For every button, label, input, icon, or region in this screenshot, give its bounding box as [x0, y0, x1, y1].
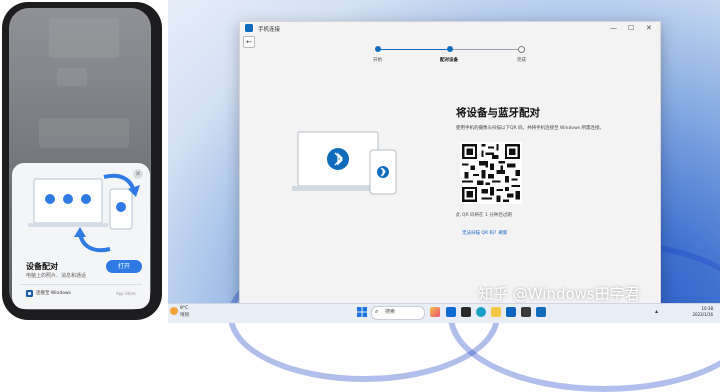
sheet-subtitle: 电脑上的照片、消息和通话 [26, 273, 87, 279]
teams-icon[interactable] [461, 307, 471, 317]
qr-help-link[interactable]: 无法扫描 QR 码？刷新 [462, 230, 508, 236]
step-line-pending [453, 49, 518, 50]
search-placeholder: 搜索 [385, 309, 396, 315]
qr-code [460, 142, 522, 204]
phone-icon [63, 194, 73, 204]
step-3-dot [518, 46, 525, 53]
back-arrow-icon[interactable]: ← [243, 36, 255, 48]
device-illustration [292, 131, 397, 195]
search-icon: ⌕ [375, 308, 379, 315]
sheet-title: 设备配对 [26, 262, 58, 271]
windows-logo-icon [26, 290, 33, 297]
taskbar [168, 303, 720, 323]
divider [20, 284, 142, 285]
store-icon[interactable] [521, 307, 531, 317]
page-heading: 将设备与蓝牙配对 [456, 107, 540, 119]
step-2-label: 配对设备 [440, 58, 458, 63]
footer-store: App Store [116, 291, 136, 296]
page-description: 使用手机的摄像头扫描以下QR 码，并将手机连接至 Windows 所需连接。 [456, 126, 605, 131]
pairing-illustration [28, 173, 140, 253]
chat-icon [45, 194, 55, 204]
taskbar-clock[interactable]: 10:38 [683, 306, 713, 311]
edge-icon[interactable] [476, 307, 486, 317]
step-3-label: 完成 [517, 58, 526, 63]
watermark: 知乎 @Windows田字君 [478, 285, 640, 303]
step-1-label: 开始 [373, 58, 382, 63]
minimize-button[interactable]: — [610, 24, 617, 32]
window-title: 手机连接 [258, 27, 281, 33]
widgets-icon[interactable] [430, 307, 440, 317]
weather-icon[interactable] [170, 307, 178, 315]
taskbar-date[interactable]: 2023/1/16 [683, 312, 713, 317]
close-button[interactable]: ✕ [646, 24, 652, 32]
bell-icon [81, 194, 91, 204]
qr-expiry-note: 此 QR 码将在 1 分钟后过期 [456, 213, 512, 218]
mail-icon[interactable] [506, 307, 516, 317]
weather-temperature[interactable]: 9°C [180, 306, 188, 311]
open-button[interactable]: 打开 [106, 260, 142, 273]
file-explorer-icon[interactable] [491, 307, 501, 317]
app-logo-icon [245, 24, 253, 32]
start-icon[interactable] [357, 307, 367, 317]
task-view-icon[interactable] [446, 307, 456, 317]
step-2-dot [447, 46, 453, 52]
weather-condition[interactable]: 晴朗 [180, 312, 189, 318]
step-1-check-icon [375, 46, 381, 52]
phone-link-icon[interactable] [536, 307, 546, 317]
maximize-button[interactable]: ☐ [628, 24, 634, 32]
footer-app-name: 连接至 Windows [36, 291, 72, 296]
step-line-done [381, 49, 449, 50]
taskbar-search[interactable] [371, 306, 425, 320]
network-icon[interactable]: ▴ [655, 308, 658, 315]
